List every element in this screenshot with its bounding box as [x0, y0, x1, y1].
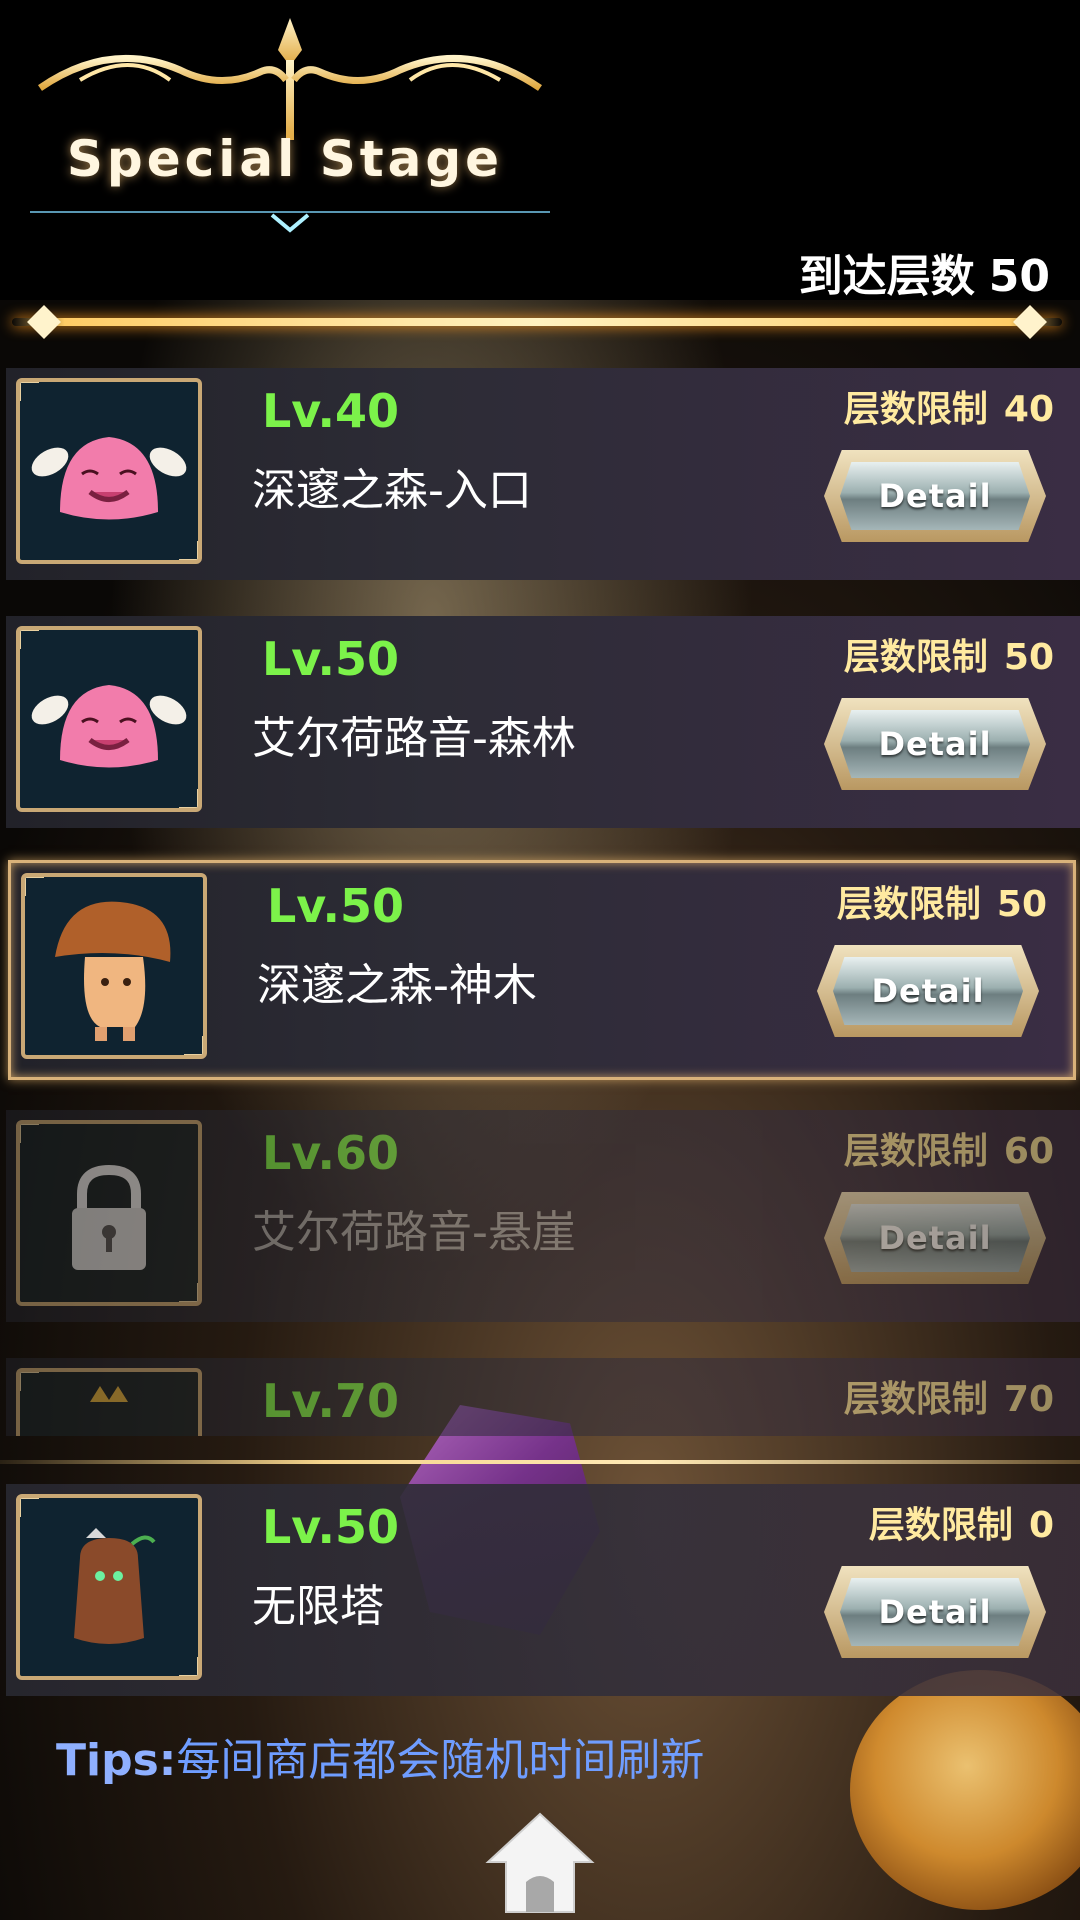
home-icon[interactable]	[484, 1808, 596, 1916]
floor-limit-value: 70	[1003, 1379, 1054, 1420]
tips-message: 每间商店都会随机时间刷新	[176, 1735, 705, 1786]
stage-portrait	[16, 1368, 202, 1436]
floor-limit-label: 层数限制	[836, 884, 981, 925]
stage-portrait	[16, 1120, 202, 1306]
floor-limit: 层数限制 40	[844, 380, 1054, 432]
tips-label: Tips:	[56, 1735, 177, 1786]
pink-poring-monster-icon	[31, 437, 187, 520]
stage-portrait	[21, 873, 207, 1059]
floor-limit-value: 50	[996, 884, 1047, 925]
detail-button[interactable]: Detail	[824, 1566, 1046, 1658]
stage-name: 艾尔荷路音-悬崖	[252, 1207, 576, 1258]
stage-name: 艾尔荷路音-森林	[252, 713, 576, 764]
stage-name: 深邃之森-神木	[257, 960, 537, 1011]
tips-text: Tips:每间商店都会随机时间刷新	[56, 1724, 704, 1788]
floor-limit-label: 层数限制	[843, 1131, 988, 1172]
floor-reached-label: 到达层数	[798, 251, 975, 302]
page-title: Special Stage	[66, 130, 504, 188]
stage-name: 无限塔	[252, 1581, 384, 1632]
floor-limit: 层数限制 50	[844, 628, 1054, 680]
floor-reached-value: 50	[988, 251, 1050, 302]
tree-stump-monster-icon	[74, 1528, 156, 1644]
floor-limit: 层数限制 0	[869, 1496, 1054, 1548]
floor-limit-label: 层数限制	[843, 389, 988, 430]
crowned-monster-icon	[90, 1386, 128, 1402]
stage-level: Lv.50	[267, 879, 405, 933]
floor-reached: 到达层数 50	[799, 240, 1050, 304]
stage-level: Lv.40	[262, 384, 400, 438]
infinite-tower-row[interactable]: Lv.50 无限塔 层数限制 0 Detail	[6, 1484, 1080, 1696]
floor-limit-value: 60	[1003, 1131, 1054, 1172]
stage-level: Lv.70	[262, 1374, 400, 1428]
floor-limit: 层数限制 60	[844, 1122, 1054, 1174]
floor-limit-label: 层数限制	[843, 1379, 988, 1420]
header-divider	[12, 318, 1062, 326]
stage-portrait	[16, 1494, 202, 1680]
stage-portrait	[16, 626, 202, 812]
stage-row[interactable]: Lv.50 艾尔荷路音-森林 层数限制 50 Detail	[6, 616, 1080, 828]
floor-limit: 层数限制 50	[837, 875, 1047, 927]
stage-level: Lv.50	[262, 632, 400, 686]
detail-button-label: Detail	[833, 957, 1023, 1025]
section-divider	[0, 1460, 1080, 1464]
detail-button-label: Detail	[840, 462, 1030, 530]
floor-limit-value: 0	[1028, 1505, 1054, 1546]
detail-button[interactable]: Detail	[824, 450, 1046, 542]
mushroom-monster-icon	[55, 901, 171, 1041]
detail-button[interactable]: Detail	[817, 945, 1039, 1037]
stage-name: 深邃之森-入口	[252, 465, 532, 516]
stage-row-selected[interactable]: Lv.50 深邃之森-神木 层数限制 50 Detail	[8, 860, 1076, 1080]
pink-poring-monster-icon	[31, 685, 187, 768]
detail-button-label: Detail	[840, 1578, 1030, 1646]
floor-limit: 层数限制 70	[844, 1370, 1054, 1422]
floor-limit-value: 50	[1003, 637, 1054, 678]
floor-limit-label: 层数限制	[843, 637, 988, 678]
stage-portrait	[16, 378, 202, 564]
detail-button[interactable]: Detail	[824, 698, 1046, 790]
stage-row[interactable]: Lv.40 深邃之森-入口 层数限制 40 Detail	[6, 368, 1080, 580]
header-ornament	[30, 18, 550, 233]
stage-level: Lv.60	[262, 1126, 400, 1180]
detail-button-label: Detail	[840, 710, 1030, 778]
detail-button[interactable]: Detail	[824, 1192, 1046, 1284]
floor-limit-value: 40	[1003, 389, 1054, 430]
stage-level: Lv.50	[262, 1500, 400, 1554]
floor-limit-label: 层数限制	[868, 1505, 1013, 1546]
lock-icon	[72, 1164, 146, 1270]
stage-row-locked[interactable]: Lv.70 层数限制 70	[6, 1358, 1080, 1436]
stage-row-locked[interactable]: Lv.60 艾尔荷路音-悬崖 层数限制 60 Detail	[6, 1110, 1080, 1322]
detail-button-label: Detail	[840, 1204, 1030, 1272]
